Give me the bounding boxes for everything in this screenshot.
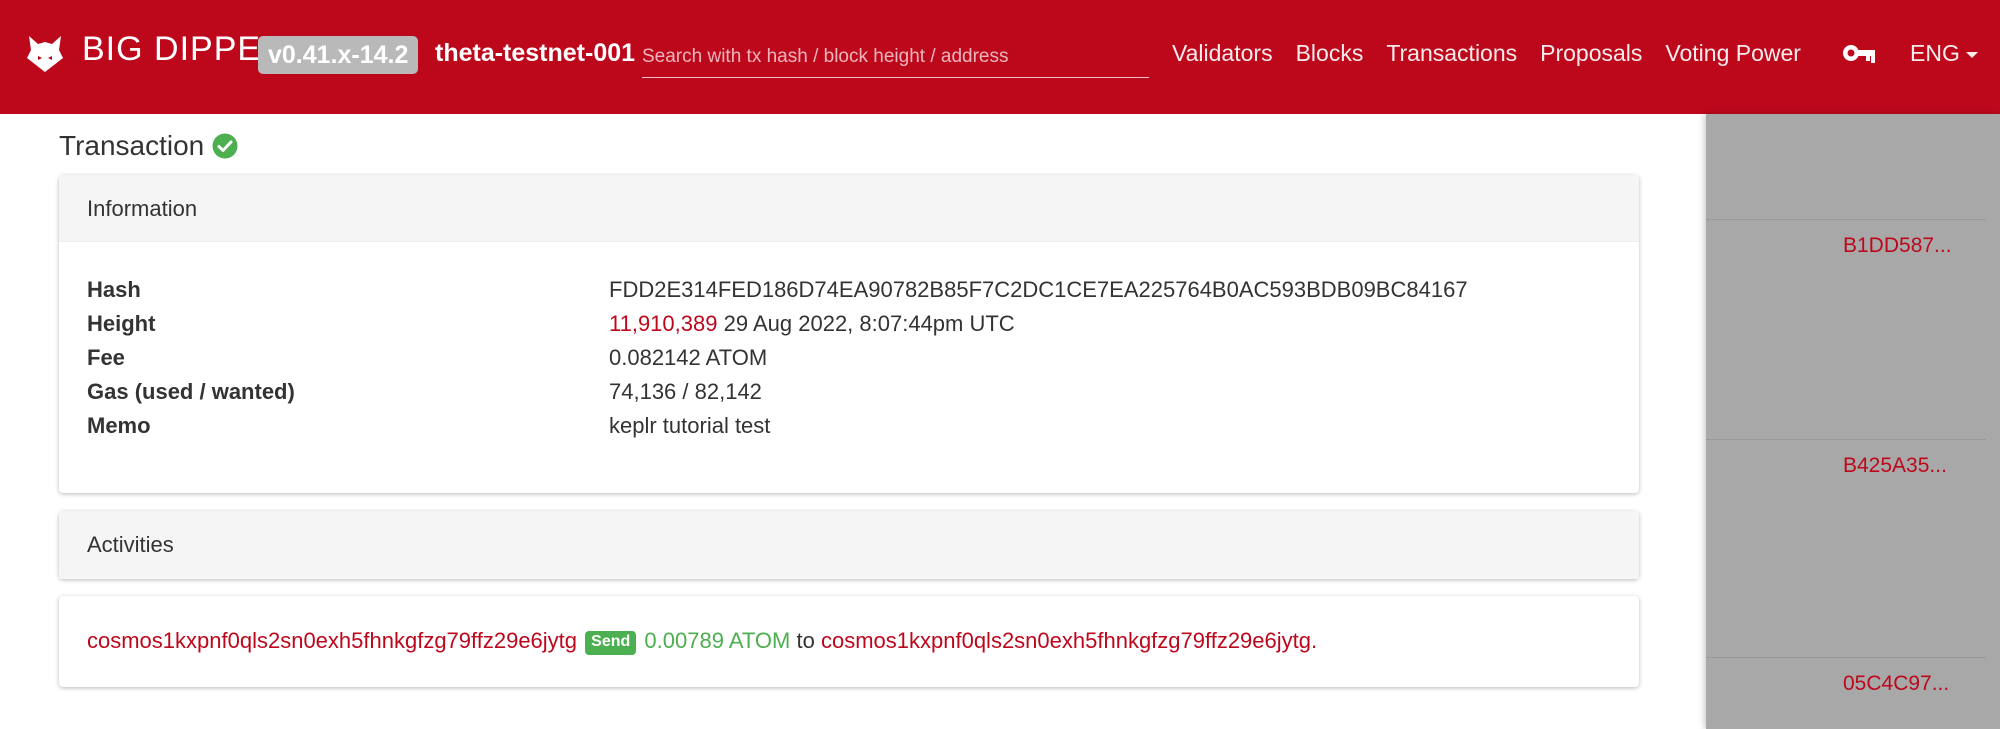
sentence-end: . <box>1311 628 1318 653</box>
information-header: Information <box>59 175 1639 242</box>
nav-link-blocks[interactable]: Blocks <box>1296 40 1364 67</box>
language-label: ENG <box>1910 40 1960 66</box>
brand-name[interactable]: BIG DIPPER <box>82 30 287 69</box>
info-label: Hash <box>87 277 141 302</box>
big-dipper-logo-icon[interactable] <box>26 34 64 74</box>
info-label: Fee <box>87 345 125 370</box>
info-value-gas: 74,136 / 82,142 <box>609 379 762 404</box>
info-value-height: 11,910,389 29 Aug 2022, 8:07:44pm UTC <box>609 307 1015 341</box>
block-time: 29 Aug 2022, 8:07:44pm UTC <box>723 311 1015 336</box>
nav-links: Validators Blocks Transactions Proposals… <box>1172 40 1824 67</box>
check-circle-icon <box>212 133 238 159</box>
side-hash-link[interactable]: B1DD587... <box>1843 234 1952 258</box>
sender-address-link[interactable]: cosmos1kxpnf0qls2sn0exh5fhnkgfzg79ffz29e… <box>87 628 577 653</box>
key-icon[interactable] <box>1842 40 1876 66</box>
block-height-link[interactable]: 11,910,389 <box>609 311 717 336</box>
version-badge: v0.41.x-14.2 <box>258 36 419 74</box>
search-input[interactable] <box>642 36 1149 78</box>
language-dropdown[interactable]: ENG <box>1910 40 1978 67</box>
activity-line: cosmos1kxpnf0qls2sn0exh5fhnkgfzg79ffz29e… <box>87 626 1317 656</box>
activities-header: Activities <box>59 511 1639 579</box>
info-row-height: Height 11,910,389 29 Aug 2022, 8:07:44pm… <box>87 307 1639 341</box>
send-badge: Send <box>585 631 637 655</box>
info-value-fee: 0.082142 ATOM <box>609 345 768 370</box>
information-rows: Hash FDD2E314FED186D74EA90782B85F7C2DC1C… <box>87 273 1639 443</box>
info-value-hash: FDD2E314FED186D74EA90782B85F7C2DC1CE7EA2… <box>609 277 1468 302</box>
nav-link-voting-power[interactable]: Voting Power <box>1665 40 1801 67</box>
side-row: 05C4C97... <box>1706 658 1986 729</box>
info-row-memo: Memo keplr tutorial test <box>87 409 1639 443</box>
to-word: to <box>796 628 815 653</box>
information-card: Information Hash FDD2E314FED186D74EA9078… <box>59 175 1639 493</box>
recipient-address-link[interactable]: cosmos1kxpnf0qls2sn0exh5fhnkgfzg79ffz29e… <box>821 628 1311 653</box>
info-value-memo: keplr tutorial test <box>609 413 771 438</box>
info-row-hash: Hash FDD2E314FED186D74EA90782B85F7C2DC1C… <box>87 273 1639 307</box>
side-row: B1DD587... <box>1706 220 1986 440</box>
top-navbar: BIG DIPPER v0.41.x-14.2 theta-testnet-00… <box>0 0 2000 114</box>
activities-card: Activities <box>59 511 1639 579</box>
info-row-gas: Gas (used / wanted) 74,136 / 82,142 <box>87 375 1639 409</box>
amount: 0.00789 ATOM <box>644 628 791 653</box>
nav-link-proposals[interactable]: Proposals <box>1540 40 1642 67</box>
side-row: B425A35... <box>1706 440 1986 658</box>
info-label: Gas (used / wanted) <box>87 379 295 404</box>
info-row-fee: Fee 0.082142 ATOM <box>87 341 1639 375</box>
side-panel: B1DD587... B425A35... 05C4C97... <box>1706 114 2000 729</box>
chevron-down-icon <box>1965 51 1978 58</box>
nav-link-transactions[interactable]: Transactions <box>1386 40 1517 67</box>
nav-link-validators[interactable]: Validators <box>1172 40 1273 67</box>
side-hash-link[interactable]: 05C4C97... <box>1843 672 1949 696</box>
info-label: Height <box>87 311 156 336</box>
info-label: Memo <box>87 413 151 438</box>
side-row <box>1706 114 1986 220</box>
activity-item: cosmos1kxpnf0qls2sn0exh5fhnkgfzg79ffz29e… <box>59 596 1639 687</box>
page-title: Transaction <box>59 130 238 162</box>
side-hash-link[interactable]: B425A35... <box>1843 454 1947 478</box>
page-title-text: Transaction <box>59 130 205 161</box>
chain-id-label: theta-testnet-001 <box>435 39 636 67</box>
